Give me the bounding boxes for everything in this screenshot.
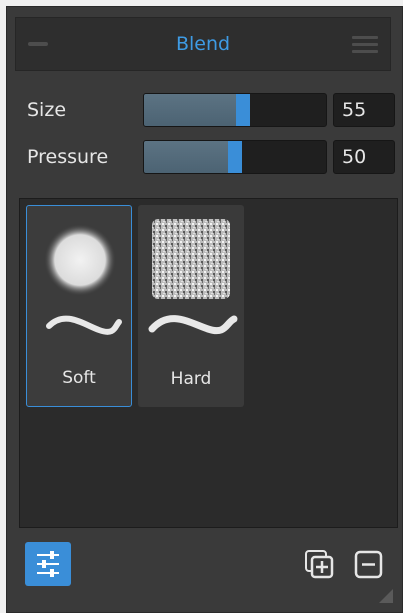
remove-brush-button[interactable] [353,548,383,580]
blend-panel: Blend Size 55 Pressure 50 Soft Hard [6,6,403,613]
size-slider-fill [144,94,236,126]
pressure-label: Pressure [27,146,109,168]
brush-library: Soft Hard [19,198,398,528]
brush-hard[interactable]: Hard [138,205,244,407]
pressure-value-field[interactable]: 50 [333,140,395,174]
brush-soft[interactable]: Soft [26,205,132,407]
size-slider[interactable] [143,93,327,127]
soft-brush-preview-icon [44,224,122,335]
pressure-slider[interactable] [143,140,327,174]
pressure-slider-thumb[interactable] [228,141,242,173]
duplicate-brush-icon [305,550,334,579]
brush-name: Soft [62,368,96,388]
resize-grip-icon[interactable] [379,589,393,603]
hard-brush-preview-icon [148,219,238,335]
size-value-field[interactable]: 55 [333,93,395,127]
brush-name: Hard [170,369,212,389]
pressure-slider-fill [144,141,228,173]
pressure-row: Pressure 50 [7,138,402,176]
panel-titlebar: Blend [15,17,391,71]
size-slider-thumb[interactable] [236,94,250,126]
panel-title: Blend [175,33,231,55]
duplicate-brush-button[interactable] [303,548,334,580]
size-label: Size [27,99,67,121]
sliders-icon [37,551,59,577]
brush-settings-button[interactable] [25,542,71,586]
menu-icon[interactable] [352,36,378,54]
remove-brush-icon [354,550,383,579]
size-row: Size 55 [7,91,402,129]
